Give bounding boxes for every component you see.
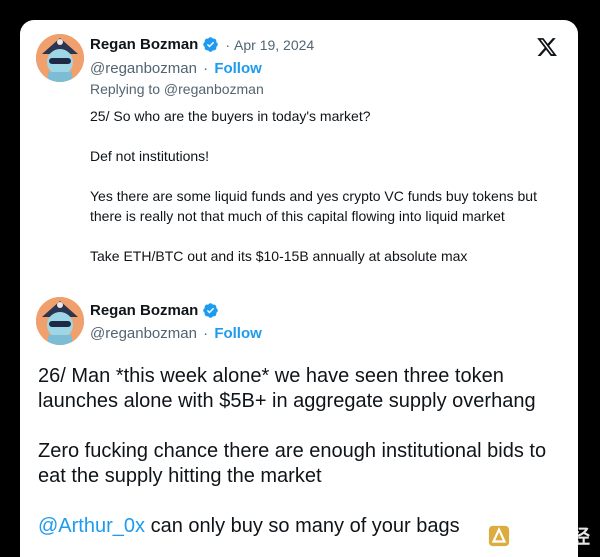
author-name[interactable]: Regan Bozman: [90, 302, 198, 319]
avatar-image: [36, 34, 84, 82]
handle-row: @reganbozman · Follow: [90, 60, 262, 77]
avatar-image: [36, 297, 84, 345]
tweet-card: Regan Bozman · Apr 19, 2024 @reganbozman…: [20, 20, 578, 557]
tweet-text: 25/ So who are the buyers in today's mar…: [90, 106, 560, 266]
golden-finance-logo-icon: [488, 525, 510, 546]
tweet-text: 26/ Man *this week alone* we have seen t…: [38, 364, 568, 539]
replying-to: Replying to @reganbozman: [90, 81, 264, 97]
x-logo-icon[interactable]: [536, 36, 558, 58]
tweet-line: Zero fucking chance there are enough ins…: [38, 440, 547, 487]
tweet-line: Yes there are some liquid funds and yes …: [90, 188, 537, 224]
verified-badge-icon: [203, 37, 219, 52]
avatar[interactable]: [36, 297, 84, 345]
author-row: Regan Bozman · Apr 19, 2024: [90, 36, 314, 53]
author-name[interactable]: Regan Bozman: [90, 36, 198, 53]
watermark: 金色财经: [488, 522, 590, 549]
tweet-date[interactable]: Apr 19, 2024: [234, 37, 314, 53]
tweet-line: 26/ Man *this week alone* we have seen t…: [38, 365, 536, 412]
author-row: Regan Bozman: [90, 302, 219, 319]
tweet-line-rest: can only buy so many of your bags: [145, 515, 460, 537]
follow-button[interactable]: Follow: [214, 325, 262, 342]
tweet-line: 25/ So who are the buyers in today's mar…: [90, 108, 371, 124]
follow-button[interactable]: Follow: [214, 60, 262, 77]
tweet-line: Take ETH/BTC out and its $10-15B annuall…: [90, 248, 468, 264]
author-handle[interactable]: @reganbozman: [90, 325, 197, 342]
separator-dot: ·: [203, 60, 209, 77]
verified-badge-icon: [203, 303, 219, 318]
author-handle[interactable]: @reganbozman: [90, 60, 197, 77]
avatar[interactable]: [36, 34, 84, 82]
handle-row: @reganbozman · Follow: [90, 325, 262, 342]
separator-dot: ·: [203, 325, 209, 342]
tweet-line: Def not institutions!: [90, 148, 210, 164]
watermark-text: 金色财经: [513, 527, 590, 548]
mention-link[interactable]: @Arthur_0x: [38, 515, 145, 537]
separator-dot: ·: [225, 36, 231, 53]
